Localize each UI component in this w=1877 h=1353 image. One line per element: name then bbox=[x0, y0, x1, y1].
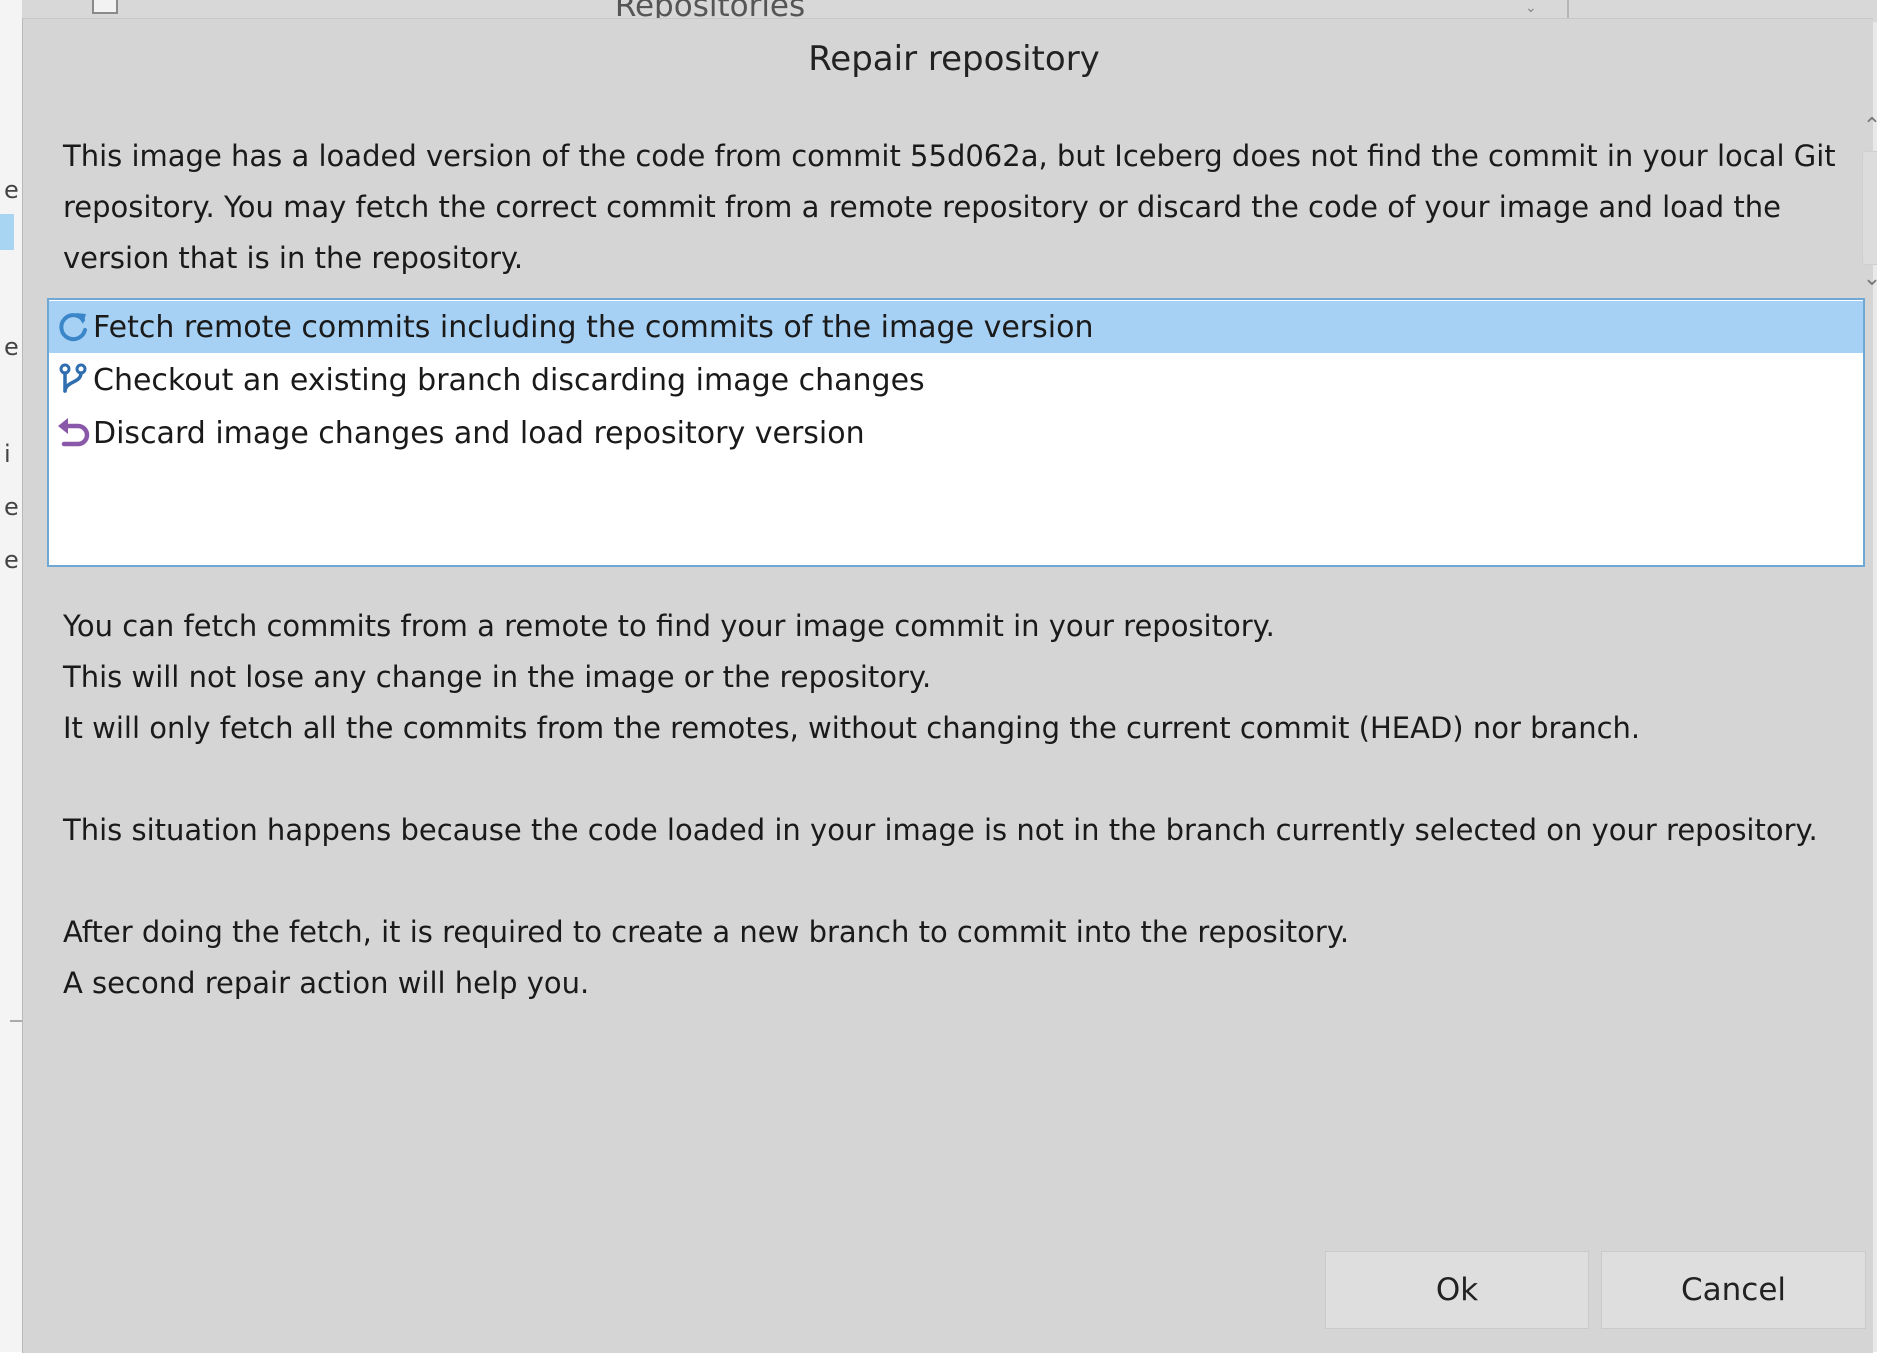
background-divider bbox=[1567, 0, 1569, 18]
explanation-line: It will only fetch all the commits from … bbox=[63, 711, 1641, 745]
background-sidebar: e e i e e bbox=[0, 0, 22, 1352]
dialog-message: This image has a loaded version of the c… bbox=[63, 131, 1853, 284]
scroll-up-icon[interactable]: ⌃ bbox=[1860, 116, 1877, 138]
explanation-line: A second repair action will help you. bbox=[63, 966, 590, 1000]
explanation-line: You can fetch commits from a remote to f… bbox=[63, 609, 1275, 643]
explanation-line: This situation happens because the code … bbox=[63, 813, 1818, 847]
option-explanation: You can fetch commits from a remote to f… bbox=[63, 601, 1853, 1009]
option-label: Discard image changes and load repositor… bbox=[93, 415, 865, 451]
branch-icon bbox=[53, 360, 93, 400]
background-checkbox[interactable] bbox=[92, 0, 118, 14]
repair-options-list[interactable]: Fetch remote commits including the commi… bbox=[47, 298, 1865, 567]
background-list-char: e bbox=[4, 546, 19, 574]
scroll-down-icon[interactable]: ⌄ bbox=[1860, 268, 1877, 290]
background-list-char: e bbox=[4, 333, 19, 361]
scrollbar-track[interactable] bbox=[1862, 151, 1877, 265]
option-label: Fetch remote commits including the commi… bbox=[93, 309, 1094, 345]
explanation-line: This will not lose any change in the ima… bbox=[63, 660, 932, 694]
background-selected-row bbox=[0, 214, 14, 250]
explanation-blank bbox=[63, 754, 1853, 805]
repair-repository-dialog: Repair repository This image has a loade… bbox=[22, 18, 1877, 1353]
cancel-button[interactable]: Cancel bbox=[1601, 1251, 1866, 1329]
background-list-char: e bbox=[4, 493, 19, 521]
chevron-down-icon: ⌄ bbox=[1525, 0, 1537, 16]
message-line: This image has a loaded version of the c… bbox=[63, 139, 1836, 173]
message-line: repository. You may fetch the correct co… bbox=[63, 190, 1781, 224]
ok-button[interactable]: Ok bbox=[1325, 1251, 1589, 1329]
undo-icon bbox=[53, 413, 93, 453]
option-label: Checkout an existing branch discarding i… bbox=[93, 362, 925, 398]
background-list-char: i bbox=[4, 440, 11, 468]
explanation-blank bbox=[63, 856, 1853, 907]
explanation-line: After doing the fetch, it is required to… bbox=[63, 915, 1350, 949]
message-line: version that is in the repository. bbox=[63, 241, 524, 275]
message-scrollbar[interactable]: ⌃ ⌄ bbox=[1852, 111, 1877, 301]
option-discard-image-changes[interactable]: Discard image changes and load repositor… bbox=[49, 407, 1863, 459]
refresh-icon bbox=[53, 307, 93, 347]
dialog-title: Repair repository bbox=[808, 39, 1100, 79]
option-checkout-branch[interactable]: Checkout an existing branch discarding i… bbox=[49, 354, 1863, 406]
background-list-char: e bbox=[4, 176, 19, 204]
background-divider bbox=[10, 1020, 22, 1022]
option-fetch-remote-commits[interactable]: Fetch remote commits including the commi… bbox=[49, 301, 1863, 353]
